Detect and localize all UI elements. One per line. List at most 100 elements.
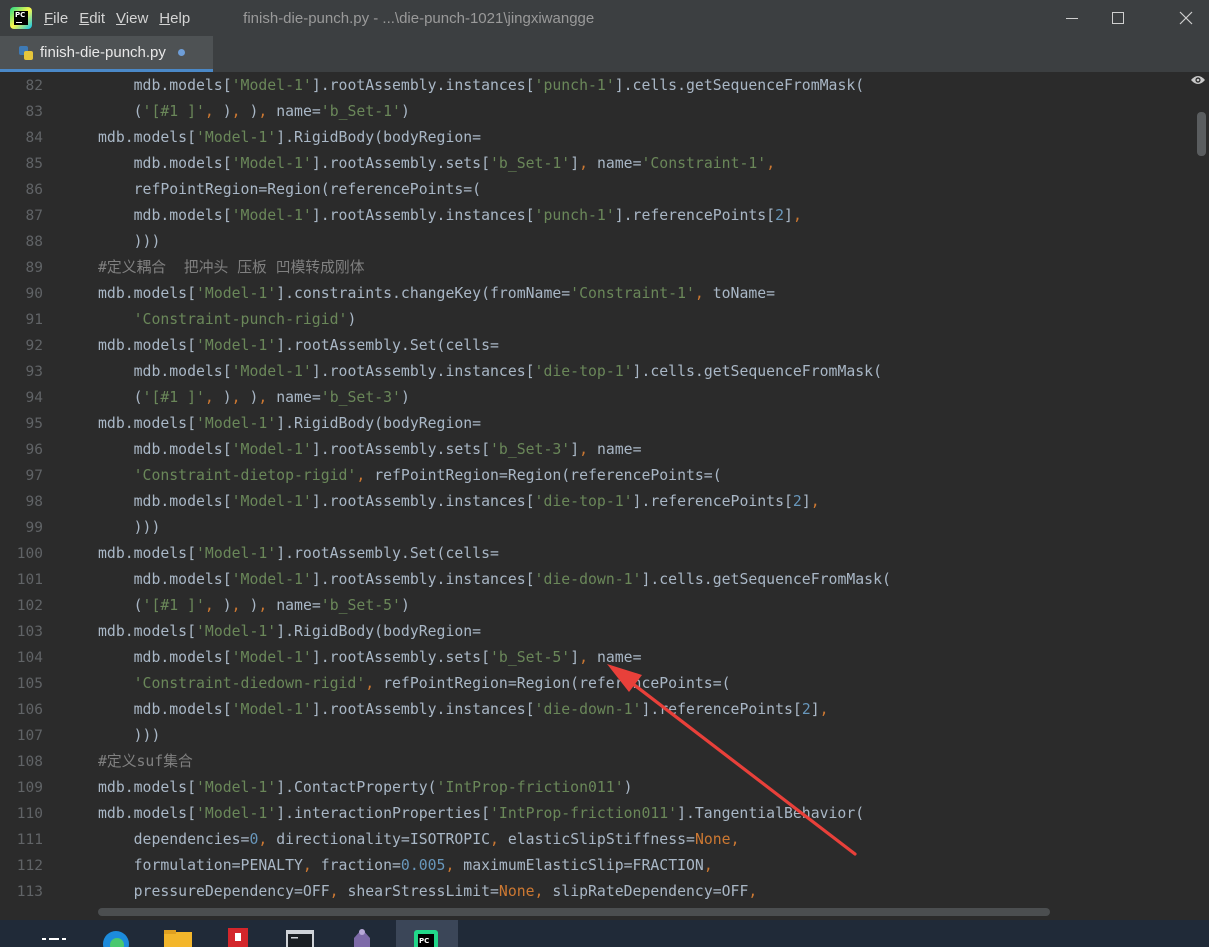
menu-edit[interactable]: Edit — [79, 10, 105, 27]
code-line[interactable]: mdb.models['Model-1'].RigidBody(bodyRegi… — [98, 619, 481, 645]
code-line[interactable]: mdb.models['Model-1'].RigidBody(bodyRegi… — [98, 411, 481, 437]
line-number: 110 — [16, 806, 43, 822]
code-token: 'Model-1' — [196, 285, 277, 302]
edge-browser-icon[interactable] — [98, 924, 134, 947]
code-token: #定义suf集合 — [98, 753, 193, 770]
line-number: 83 — [25, 104, 43, 120]
code-token: , — [490, 831, 499, 848]
task-view-icon[interactable] — [38, 924, 74, 947]
code-token: 'Model-1' — [196, 337, 277, 354]
line-number: 111 — [16, 832, 43, 848]
code-line[interactable]: refPointRegion=Region(referencePoints=( — [98, 177, 481, 203]
code-token: 2 — [801, 701, 811, 718]
code-line[interactable]: mdb.models['Model-1'].rootAssembly.sets[… — [98, 645, 642, 671]
code-line[interactable]: 'Constraint-dietop-rigid', refPointRegio… — [98, 463, 722, 489]
code-token: name= — [267, 597, 321, 614]
code-token: 'die-top-1' — [534, 363, 633, 380]
code-line[interactable]: ('[#1 ]', ), ), name='b_Set-1') — [98, 99, 410, 125]
code-line[interactable]: mdb.models['Model-1'].RigidBody(bodyRegi… — [98, 125, 481, 151]
code-line[interactable]: mdb.models['Model-1'].interactionPropert… — [98, 801, 864, 827]
line-number: 98 — [25, 494, 43, 510]
code-token: ].referencePoints[ — [632, 493, 793, 510]
code-line[interactable]: mdb.models['Model-1'].rootAssembly.insta… — [98, 359, 882, 385]
horizontal-scrollbar-thumb[interactable] — [98, 908, 1050, 916]
file-explorer-icon[interactable] — [160, 924, 196, 947]
code-token: ].rootAssembly.instances[ — [311, 77, 535, 94]
code-line[interactable]: mdb.models['Model-1'].rootAssembly.insta… — [98, 489, 820, 515]
code-token: 0.005 — [400, 857, 446, 874]
code-line[interactable]: pressureDependency=OFF, shearStressLimit… — [98, 879, 758, 905]
code-token: ) — [240, 389, 259, 406]
menu-file[interactable]: File — [44, 10, 68, 27]
code-line[interactable]: dependencies=0, directionality=ISOTROPIC… — [98, 827, 740, 853]
code-token: elasticSlipStiffness= — [498, 831, 695, 848]
minimize-button[interactable] — [1049, 0, 1095, 36]
app-icon[interactable] — [344, 924, 380, 947]
code-token: ( — [98, 597, 143, 614]
maximize-button[interactable] — [1095, 0, 1141, 36]
code-token: pressureDependency=OFF — [98, 883, 330, 900]
code-token: '[#1 ]' — [142, 103, 205, 120]
line-number: 112 — [16, 858, 43, 874]
code-token: name= — [267, 389, 321, 406]
code-line[interactable]: #定义耦合 把冲头 压板 凹模转成刚体 — [98, 255, 365, 281]
code-line[interactable]: mdb.models['Model-1'].rootAssembly.insta… — [98, 567, 891, 593]
code-line[interactable]: mdb.models['Model-1'].ContactProperty('I… — [98, 775, 633, 801]
line-number: 94 — [25, 390, 43, 406]
close-button[interactable] — [1163, 0, 1209, 36]
code-line[interactable]: 'Constraint-diedown-rigid', refPointRegi… — [98, 671, 731, 697]
code-token: , — [810, 493, 820, 510]
code-token: directionality=ISOTROPIC — [267, 831, 491, 848]
code-line[interactable]: mdb.models['Model-1'].rootAssembly.Set(c… — [98, 333, 499, 359]
code-token: 'Model-1' — [231, 493, 312, 510]
code-editor[interactable]: 82 83 84 85 86 87 88 89 90 91 92 93 94 95 96 97 98 99 100 1… — [0, 72, 1209, 920]
code-token: mdb.models[ — [98, 701, 232, 718]
eye-icon[interactable] — [1190, 74, 1206, 86]
code-token: ].rootAssembly.instances[ — [311, 363, 535, 380]
code-token: ].RigidBody(bodyRegion= — [276, 415, 482, 432]
code-token: ] — [810, 701, 820, 718]
code-token: None — [694, 831, 731, 848]
code-line[interactable]: mdb.models['Model-1'].rootAssembly.sets[… — [98, 151, 776, 177]
code-line[interactable]: mdb.models['Model-1'].rootAssembly.insta… — [98, 203, 802, 229]
taskbar: PC — [0, 920, 1209, 947]
line-number: 92 — [25, 338, 43, 354]
code-line[interactable]: ('[#1 ]', ), ), name='b_Set-5') — [98, 593, 410, 619]
code-token: ) — [213, 597, 232, 614]
code-token: mdb.models[ — [98, 285, 196, 302]
code-line[interactable]: mdb.models['Model-1'].rootAssembly.sets[… — [98, 437, 642, 463]
code-line[interactable]: formulation=PENALTY, fraction=0.005, max… — [98, 853, 713, 879]
code-token: , — [356, 467, 366, 484]
code-line[interactable]: mdb.models['Model-1'].rootAssembly.Set(c… — [98, 541, 499, 567]
code-token: ].cells.getSequenceFromMask( — [614, 77, 865, 94]
code-area[interactable]: mdb.models['Model-1'].rootAssembly.insta… — [98, 72, 1179, 920]
code-line[interactable]: mdb.models['Model-1'].rootAssembly.insta… — [98, 697, 829, 723]
code-line[interactable]: ('[#1 ]', ), ), name='b_Set-3') — [98, 385, 410, 411]
menu-help[interactable]: Help — [159, 10, 190, 27]
vertical-scrollbar[interactable] — [1195, 110, 1207, 920]
code-token: ) — [400, 597, 410, 614]
code-line[interactable]: mdb.models['Model-1'].rootAssembly.insta… — [98, 73, 865, 99]
code-line[interactable]: #定义suf集合 — [98, 749, 193, 775]
pycharm-logo-icon[interactable]: PC — [10, 7, 32, 29]
code-token: ].rootAssembly.instances[ — [311, 207, 535, 224]
pdf-reader-icon[interactable] — [220, 924, 256, 947]
code-token: , — [231, 597, 241, 614]
code-line[interactable]: mdb.models['Model-1'].constraints.change… — [98, 281, 775, 307]
terminal-icon[interactable] — [282, 924, 318, 947]
code-token: 'b_Set-3' — [320, 389, 401, 406]
line-number: 99 — [25, 520, 43, 536]
line-number: 104 — [16, 650, 43, 666]
code-token: ].rootAssembly.instances[ — [311, 493, 535, 510]
code-line[interactable]: ))) — [98, 515, 161, 541]
minimize-icon — [1066, 17, 1078, 19]
tab-finish-die-punch[interactable]: finish-die-punch.py — [0, 36, 213, 72]
vertical-scrollbar-thumb[interactable] — [1197, 112, 1206, 156]
code-line[interactable]: ))) — [98, 229, 161, 255]
menu-view[interactable]: View — [116, 10, 148, 27]
pycharm-icon[interactable]: PC — [408, 924, 444, 947]
code-line[interactable]: ))) — [98, 723, 161, 749]
code-line[interactable]: 'Constraint-punch-rigid') — [98, 307, 357, 333]
code-token: ].ContactProperty( — [276, 779, 437, 796]
code-token: mdb.models[ — [98, 545, 196, 562]
